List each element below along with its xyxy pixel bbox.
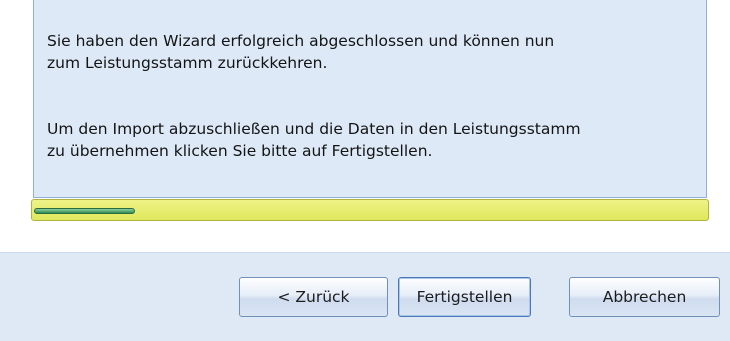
info-panel: Sie haben den Wizard erfolgreich abgesch… xyxy=(33,0,707,198)
wizard-body: Sie haben den Wizard erfolgreich abgesch… xyxy=(0,0,730,252)
cancel-button[interactable]: Abbrechen xyxy=(569,277,720,317)
info-text: Sie haben den Wizard erfolgreich abgesch… xyxy=(47,8,697,184)
info-paragraph-finish-instructions: Um den Import abzuschließen und die Date… xyxy=(47,120,581,160)
info-paragraph-completed: Sie haben den Wizard erfolgreich abgesch… xyxy=(47,32,555,72)
finish-button[interactable]: Fertigstellen xyxy=(398,277,531,317)
progress-bar xyxy=(31,199,709,221)
back-button[interactable]: < Zurück xyxy=(239,277,388,317)
progress-bar-fill xyxy=(34,208,135,214)
